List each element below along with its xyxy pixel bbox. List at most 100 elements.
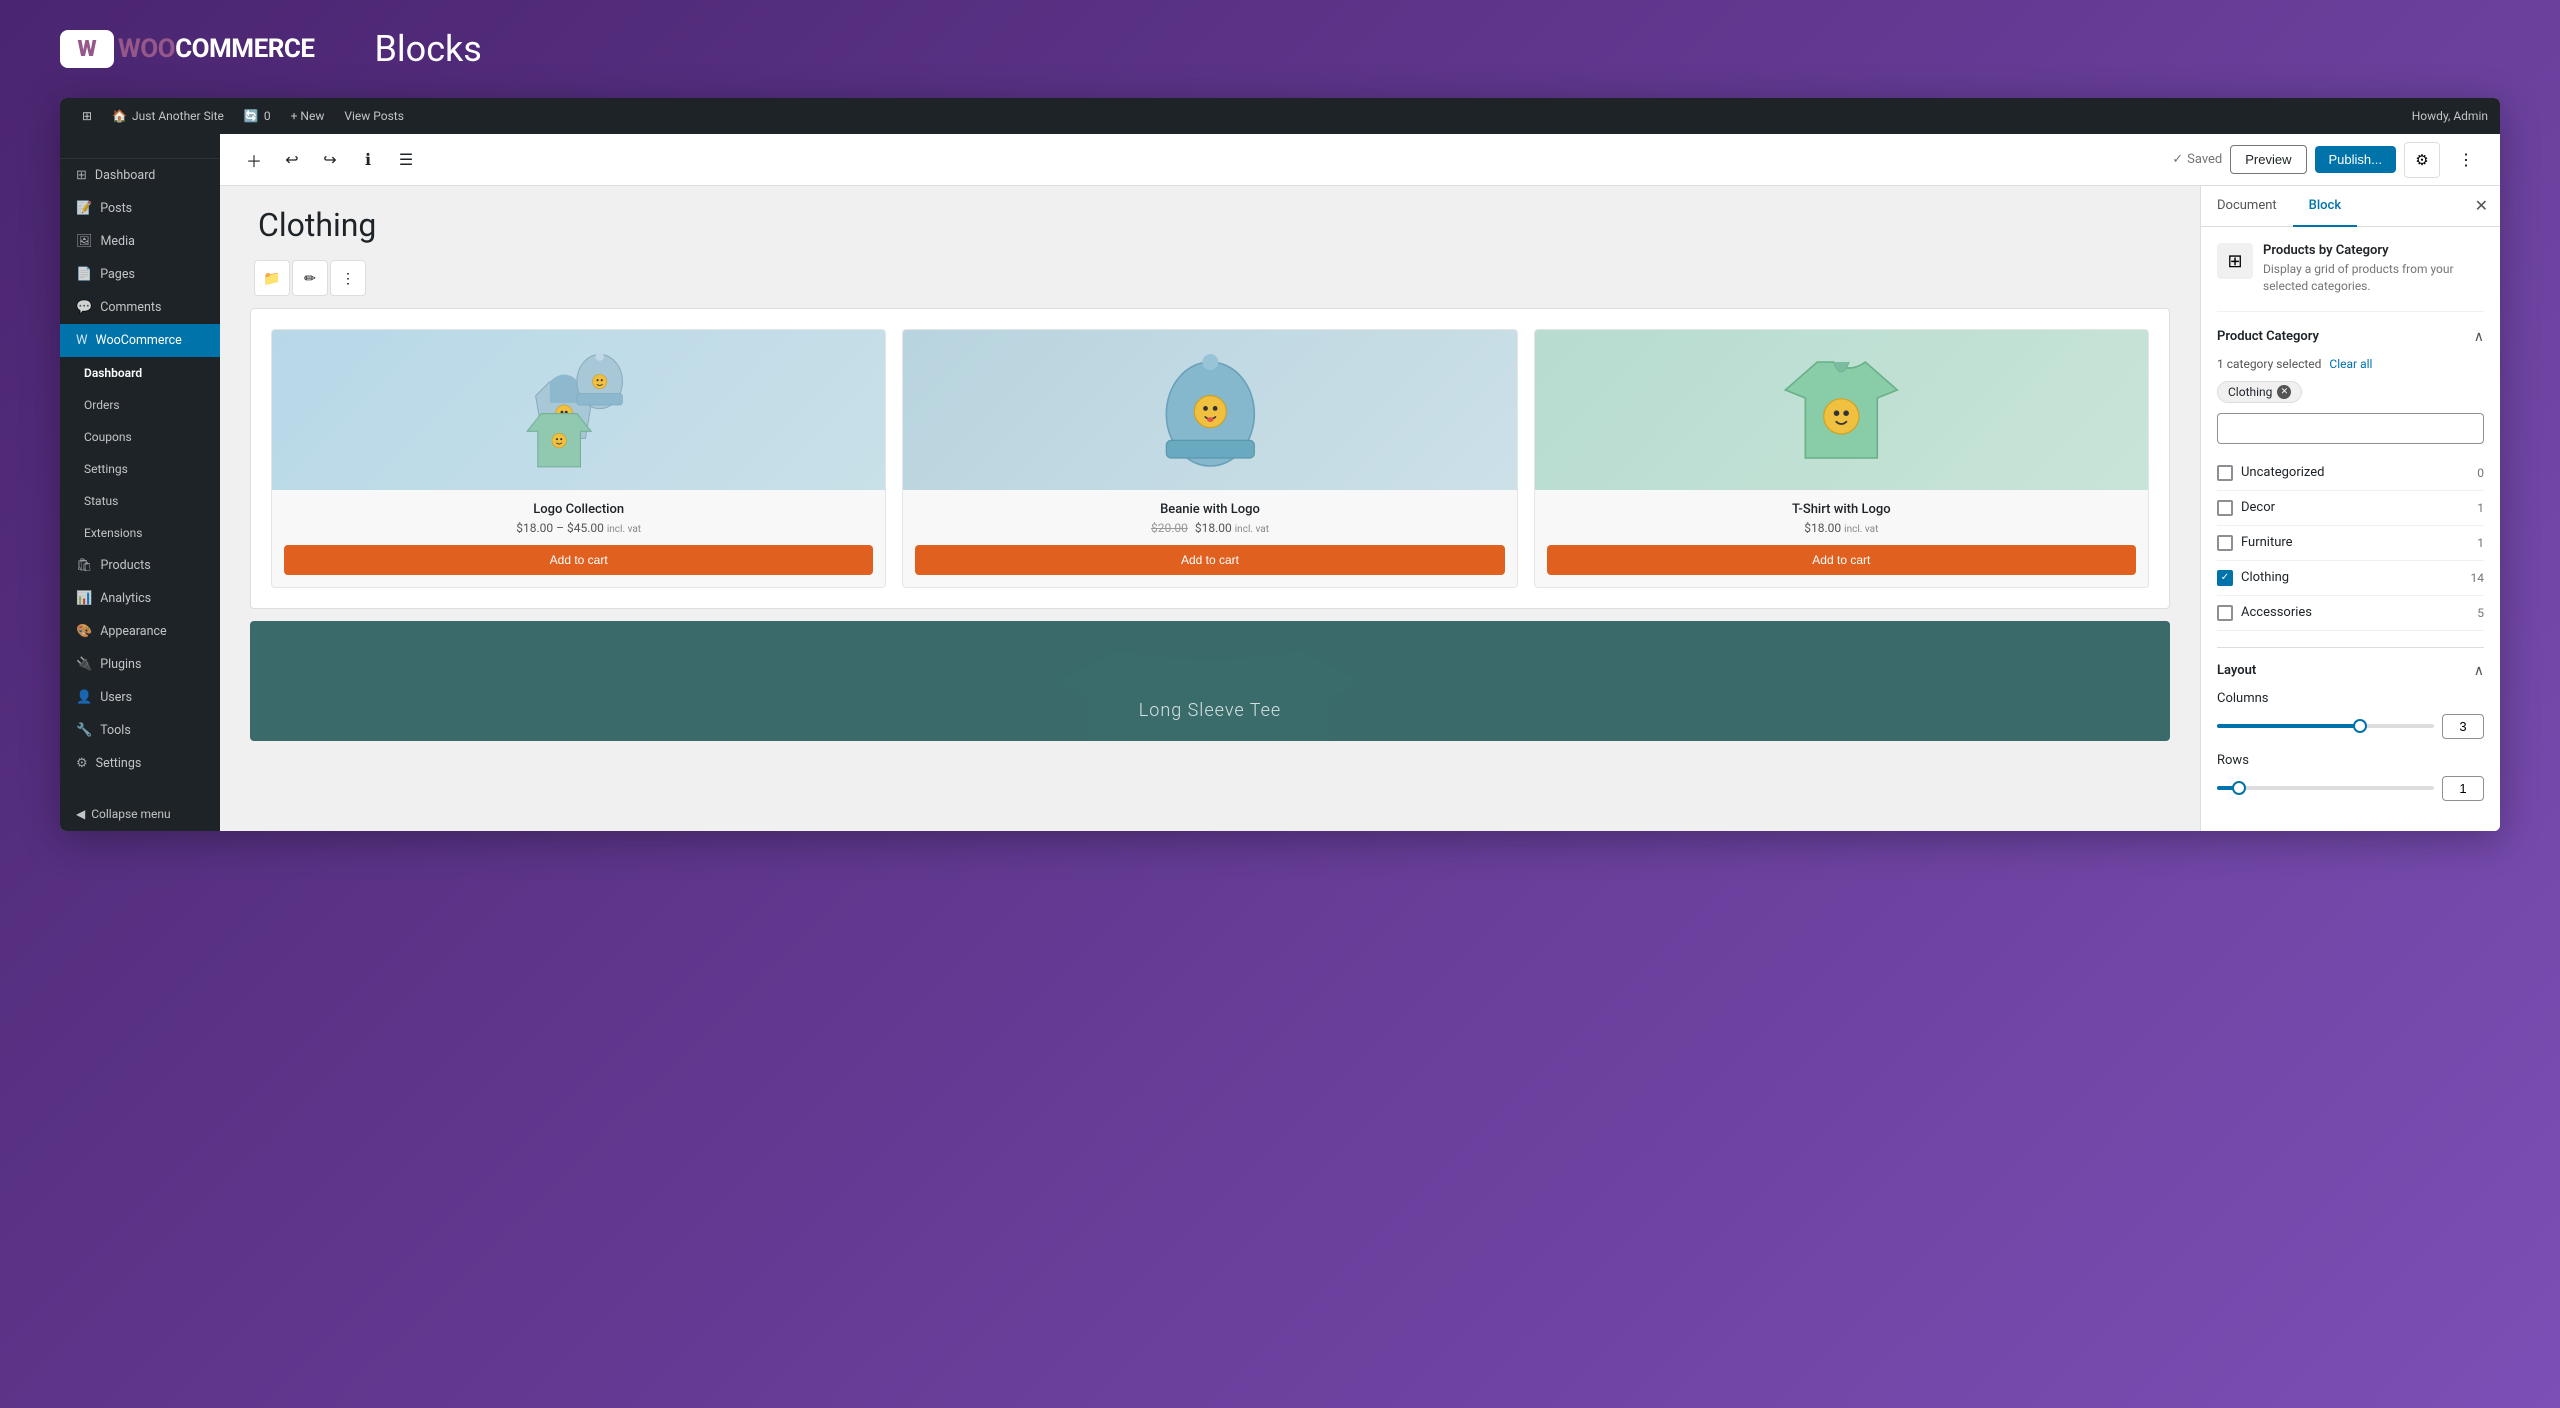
sidebar-sub-dashboard[interactable]: Dashboard	[60, 357, 220, 389]
product-image-beanie	[903, 330, 1516, 490]
woocommerce-icon: W	[76, 333, 88, 348]
clear-all-link[interactable]: Clear all	[2329, 357, 2372, 371]
columns-slider-track	[2217, 724, 2434, 728]
category-search-input[interactable]	[2217, 413, 2484, 444]
panel-close-button[interactable]: ✕	[2463, 188, 2500, 224]
update-icon: 🔄	[244, 109, 259, 123]
sidebar-item-media[interactable]: 🖼 Media	[60, 225, 220, 258]
new-item[interactable]: + New	[281, 98, 335, 134]
tab-document[interactable]: Document	[2201, 186, 2293, 227]
posts-icon: 📝	[76, 201, 92, 216]
sidebar-item-pages[interactable]: 📄 Pages	[60, 258, 220, 291]
block-more-button[interactable]: ⋮	[330, 260, 366, 296]
comments-icon: 💬	[76, 300, 92, 315]
sidebar-item-posts[interactable]: 📝 Posts	[60, 192, 220, 225]
add-block-button[interactable]: ＋	[236, 142, 272, 178]
sidebar-item-dashboard[interactable]: ⊞ Dashboard	[60, 159, 220, 192]
sidebar-item-users[interactable]: 👤 Users	[60, 681, 220, 714]
list-view-button[interactable]: ☰	[388, 142, 424, 178]
add-to-cart-0[interactable]: Add to cart	[284, 545, 873, 575]
category-selected-row: 1 category selected Clear all	[2217, 357, 2484, 371]
view-posts-item[interactable]: View Posts	[334, 98, 414, 134]
undo-button[interactable]: ↩	[274, 142, 310, 178]
products-grid: Logo Collection $18.00 – $45.00 incl. va…	[271, 329, 2149, 588]
add-to-cart-1[interactable]: Add to cart	[915, 545, 1504, 575]
more-icon: ⋮	[2458, 150, 2474, 170]
product-card-beanie: Beanie with Logo $20.00 $18.00 incl. vat…	[902, 329, 1517, 588]
sidebar-woocommerce-label: WooCommerce	[96, 333, 182, 348]
category-tag-clothing: Clothing ✕	[2217, 381, 2302, 403]
sidebar-collapse[interactable]: ◀ Collapse menu	[60, 797, 220, 831]
sidebar-sub-coupons[interactable]: Coupons	[60, 421, 220, 453]
sidebar-plugins-label: Plugins	[100, 657, 141, 672]
site-name-item[interactable]: 🏠 Just Another Site	[102, 98, 234, 134]
more-options-button[interactable]: ⋮	[2448, 142, 2484, 178]
grid-icon: ⊞	[2227, 251, 2242, 272]
selected-tag-clothing: Clothing ✕	[2217, 381, 2484, 413]
category-count: 1 category selected	[2217, 357, 2321, 371]
sidebar-item-woocommerce[interactable]: W WooCommerce	[60, 324, 220, 357]
right-panel: Document Block ✕ ⊞ Products by Category	[2200, 186, 2500, 831]
columns-input[interactable]: 3	[2442, 714, 2484, 739]
sidebar-item-products[interactable]: 🛍 Products	[60, 549, 220, 582]
rows-input[interactable]: 1	[2442, 776, 2484, 801]
cat-checkbox-accessories[interactable]	[2217, 605, 2233, 621]
publish-button[interactable]: Publish...	[2315, 146, 2396, 173]
tab-block[interactable]: Block	[2293, 186, 2357, 227]
tag-remove-button[interactable]: ✕	[2277, 385, 2291, 399]
cat-checkbox-furniture[interactable]	[2217, 535, 2233, 551]
redo-button[interactable]: ↪	[312, 142, 348, 178]
update-item[interactable]: 🔄 0	[234, 98, 281, 134]
cat-checkbox-uncategorized[interactable]	[2217, 465, 2233, 481]
info-button[interactable]: ℹ	[350, 142, 386, 178]
rows-slider-track	[2217, 786, 2434, 790]
wp-icon-item[interactable]: ⊞	[72, 98, 102, 134]
home-icon: 🏠	[112, 109, 127, 123]
folder-button[interactable]: 📁	[254, 260, 290, 296]
sidebar-item-analytics[interactable]: 📊 Analytics	[60, 582, 220, 615]
rows-slider-thumb[interactable]	[2232, 781, 2246, 795]
settings-gear-button[interactable]: ⚙	[2404, 142, 2440, 178]
price-sale-1: $18.00	[1195, 521, 1232, 535]
gear-icon: ⚙	[2415, 151, 2428, 169]
cat-count-decor: 1	[2464, 501, 2484, 515]
sidebar-item-tools[interactable]: 🔧 Tools	[60, 714, 220, 747]
cat-checkbox-clothing[interactable]	[2217, 570, 2233, 586]
sidebar-item-comments[interactable]: 💬 Comments	[60, 291, 220, 324]
woo-logo-icon: W	[60, 30, 114, 68]
cat-name-decor: Decor	[2241, 500, 2275, 515]
wp-logo-icon: ⊞	[82, 109, 92, 123]
wp-sidebar: ⊞ Dashboard 📝 Posts 🖼 Media 📄 Pages 💬 Co…	[60, 134, 220, 831]
product-name-1: Beanie with Logo	[915, 502, 1504, 517]
preview-button[interactable]: Preview	[2230, 145, 2306, 174]
cat-checkbox-decor[interactable]	[2217, 500, 2233, 516]
cat-name-uncategorized: Uncategorized	[2241, 465, 2324, 480]
tag-label: Clothing	[2228, 385, 2272, 399]
edit-button[interactable]: ✏	[292, 260, 328, 296]
price-sale-2: $18.00	[1804, 521, 1841, 535]
sidebar-sub-extensions[interactable]: Extensions	[60, 517, 220, 549]
edit-icon: ✏	[304, 270, 316, 287]
add-to-cart-2[interactable]: Add to cart	[1547, 545, 2136, 575]
editor-body: Clothing 📁 ✏ ⋮	[220, 186, 2500, 831]
cat-left-clothing: Clothing	[2217, 570, 2289, 586]
sidebar-item-appearance[interactable]: 🎨 Appearance	[60, 615, 220, 648]
section-header-category: Product Category ∧	[2217, 328, 2484, 345]
sidebar-sub-orders[interactable]: Orders	[60, 389, 220, 421]
cat-count-accessories: 5	[2464, 606, 2484, 620]
sub-coupons-label: Coupons	[84, 430, 132, 444]
sidebar-item-plugins[interactable]: 🔌 Plugins	[60, 648, 220, 681]
sidebar-item-settings[interactable]: ⚙ Settings	[60, 747, 220, 780]
columns-slider-thumb[interactable]	[2353, 719, 2367, 733]
tshirt-illustration	[1596, 346, 2087, 474]
longsleeve-block: Long Sleeve Tee	[250, 621, 2170, 741]
sidebar-sub-status[interactable]: Status	[60, 485, 220, 517]
section-header-layout: Layout ∧	[2217, 662, 2484, 679]
plugins-icon: 🔌	[76, 657, 92, 672]
product-price-2: $18.00 incl. vat	[1547, 521, 2136, 535]
section-toggle-layout[interactable]: ∧	[2474, 662, 2484, 679]
pages-icon: 📄	[76, 267, 92, 282]
sidebar-sub-settings[interactable]: Settings	[60, 453, 220, 485]
toolbar-left: ＋ ↩ ↪ ℹ ☰	[236, 142, 2168, 178]
section-toggle-category[interactable]: ∧	[2474, 328, 2484, 345]
